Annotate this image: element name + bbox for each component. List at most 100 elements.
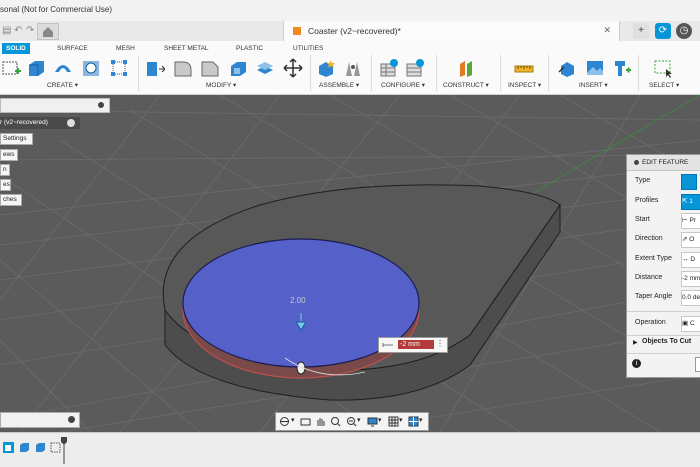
measure-icon[interactable] — [514, 58, 534, 78]
configure-menu[interactable]: CONFIGURE ▾ — [381, 81, 425, 89]
panel-collapse-icon[interactable] — [634, 160, 639, 165]
toolbar: SOLID SURFACE MESH SHEET METAL PLASTIC U… — [0, 41, 700, 95]
create-menu[interactable]: CREATE ▾ — [47, 81, 78, 89]
collapse-browser-icon[interactable] — [98, 102, 104, 108]
timeline-extrude-icon[interactable] — [19, 442, 30, 453]
save-icon[interactable]: ▤ — [2, 25, 11, 36]
tab-surface[interactable]: SURFACE — [53, 43, 92, 54]
profiles-label: Profiles — [635, 197, 659, 204]
insert-canvas-icon[interactable] — [585, 58, 605, 78]
data-panel-icon[interactable]: ⟳ — [655, 23, 671, 39]
distance-field[interactable]: -2 mm — [681, 271, 700, 287]
tab-utilities[interactable]: UTILITIES — [289, 43, 327, 54]
viewports-dropdown-icon[interactable]: ▾ — [419, 416, 423, 424]
create-sketch-icon[interactable] — [1, 58, 21, 78]
document-tab[interactable]: Coaster (v2~recovered)* ✕ — [283, 21, 620, 41]
timeline-marker[interactable] — [60, 436, 68, 464]
operation-label: Operation — [635, 319, 666, 326]
fit-icon[interactable] — [346, 416, 357, 427]
zoom-dropdown-icon[interactable]: ▾ — [357, 416, 361, 424]
ok-button[interactable] — [695, 357, 700, 372]
select-window-icon[interactable] — [653, 58, 673, 78]
insert-derive-icon[interactable] — [557, 58, 577, 78]
comments-bar[interactable] — [0, 412, 80, 428]
tab-plastic[interactable]: PLASTIC — [232, 43, 267, 54]
toolbar-separator — [371, 55, 372, 91]
taper-angle-field[interactable]: 0.0 de — [681, 290, 700, 306]
timeline-sketch-icon[interactable] — [3, 442, 14, 453]
extrude-icon[interactable] — [26, 58, 46, 78]
info-icon[interactable]: i — [632, 359, 641, 368]
browser-root-node[interactable]: r (v2~recovered) — [0, 117, 80, 129]
pattern-icon[interactable] — [109, 58, 129, 78]
configure-rule-icon[interactable] — [405, 58, 425, 78]
cut-icon: ▣ — [682, 320, 690, 327]
canvas-viewport[interactable]: 2.00 — [0, 95, 700, 432]
direction-select[interactable]: ⇗ O — [681, 232, 700, 248]
orbit-icon[interactable] — [279, 416, 290, 427]
display-dropdown-icon[interactable]: ▾ — [378, 416, 382, 424]
viewports-icon[interactable] — [408, 416, 419, 427]
browser-item-settings[interactable]: Settings — [0, 133, 33, 145]
more-options-icon[interactable]: ⋮ — [436, 339, 444, 348]
distance-input-box[interactable]: -2 mm ⋮ — [378, 337, 448, 353]
visibility-icon[interactable] — [67, 119, 75, 127]
timeline-extrude-icon[interactable] — [35, 442, 46, 453]
panel-header[interactable]: EDIT FEATURE — [627, 155, 700, 171]
press-pull-icon[interactable] — [145, 58, 165, 78]
new-component-icon[interactable] — [316, 58, 336, 78]
grid-dropdown-icon[interactable]: ▾ — [399, 416, 403, 424]
tab-solid[interactable]: SOLID — [2, 43, 30, 54]
add-comment-icon[interactable] — [68, 416, 75, 423]
browser-item-views[interactable]: ews — [0, 149, 18, 161]
fillet-icon[interactable] — [173, 58, 193, 78]
insert-mcmaster-icon[interactable] — [612, 58, 632, 78]
tab-mesh[interactable]: MESH — [112, 43, 139, 54]
extent-type-select[interactable]: ↔ D — [681, 252, 700, 268]
zoom-icon[interactable] — [330, 416, 341, 427]
redo-icon[interactable]: ↷ — [26, 25, 34, 36]
assemble-menu[interactable]: ASSEMBLE ▾ — [319, 81, 359, 89]
look-at-icon[interactable] — [300, 416, 311, 427]
insert-menu[interactable]: INSERT ▾ — [579, 81, 608, 89]
type-selector[interactable] — [681, 174, 697, 190]
inspect-menu[interactable]: INSPECT ▾ — [508, 81, 541, 89]
joint-icon[interactable] — [343, 58, 363, 78]
browser-item-origin[interactable]: n — [0, 164, 10, 176]
chamfer-icon[interactable] — [200, 58, 220, 78]
construct-menu[interactable]: CONSTRUCT ▾ — [443, 81, 489, 89]
pan-icon[interactable] — [315, 416, 326, 427]
browser-root-label: r (v2~recovered) — [0, 119, 48, 126]
select-menu[interactable]: SELECT ▾ — [649, 81, 679, 89]
undo-icon[interactable]: ↶ — [14, 25, 22, 36]
new-tab-icon[interactable]: + — [633, 23, 649, 39]
orbit-dropdown-icon[interactable]: ▾ — [291, 416, 295, 424]
move-icon[interactable] — [283, 58, 303, 78]
type-label: Type — [635, 177, 651, 184]
toolbar-separator — [500, 55, 501, 91]
modify-menu[interactable]: MODIFY ▾ — [206, 81, 236, 89]
operation-select[interactable]: ▣ C — [681, 316, 700, 332]
offset-plane-icon[interactable] — [457, 58, 477, 78]
configure-table-icon[interactable] — [379, 58, 399, 78]
model-canvas — [0, 95, 700, 432]
job-status-icon[interactable]: ◷ — [676, 23, 692, 39]
expand-arrow-icon[interactable]: ▶ — [633, 339, 638, 346]
browser-item-bodies[interactable]: es — [0, 179, 11, 191]
hole-icon[interactable] — [81, 58, 101, 78]
browser-item-sketches[interactable]: ches — [0, 194, 22, 206]
shell-icon[interactable] — [228, 58, 248, 78]
home-button[interactable] — [37, 23, 59, 40]
objects-to-cut-section[interactable]: Objects To Cut — [642, 338, 691, 345]
display-settings-icon[interactable] — [367, 416, 378, 427]
browser-header[interactable] — [0, 98, 110, 113]
distance-input[interactable]: -2 mm — [398, 340, 434, 349]
close-tab-icon[interactable]: ✕ — [603, 25, 611, 36]
grid-settings-icon[interactable] — [388, 416, 399, 427]
timeline — [0, 432, 700, 467]
tab-sheet-metal[interactable]: SHEET METAL — [160, 43, 213, 54]
combine-icon[interactable] — [255, 58, 275, 78]
start-select[interactable]: ⊢ Pr — [681, 213, 700, 229]
revolve-icon[interactable] — [53, 58, 73, 78]
profiles-selector[interactable]: ⇱ 1 — [681, 194, 700, 210]
